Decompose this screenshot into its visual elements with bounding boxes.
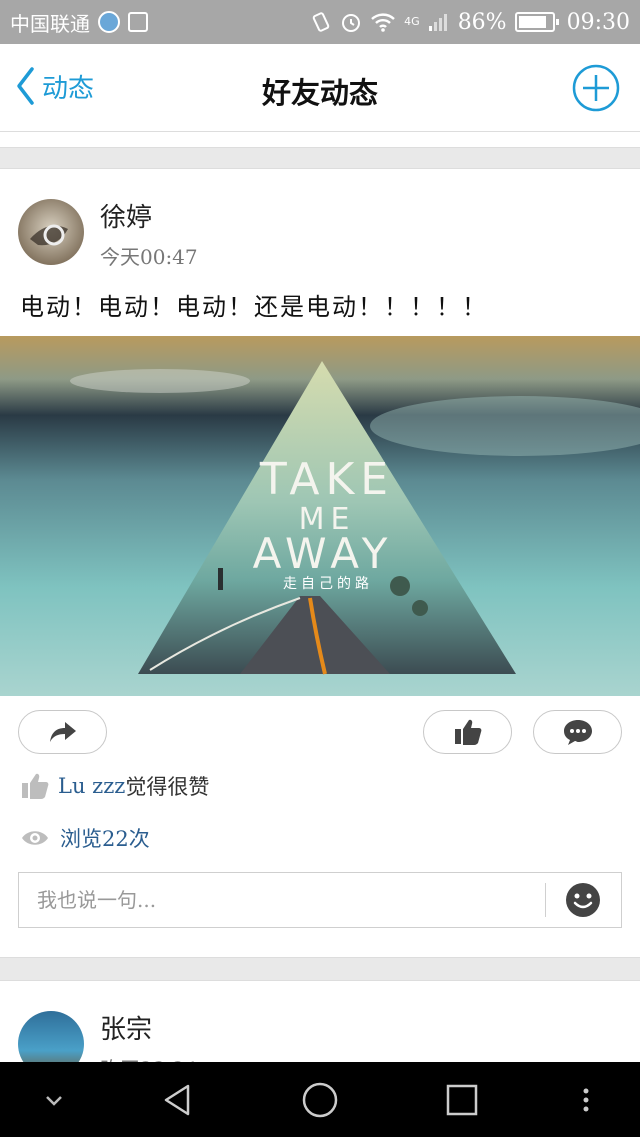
likes-suffix: 觉得很赞 <box>125 775 210 799</box>
views-count: 浏览22次 <box>60 827 150 851</box>
recents-square-icon[interactable] <box>442 1080 482 1120</box>
previous-card-edge <box>0 132 640 148</box>
likes-summary: Lu zzz 觉得很赞 <box>20 771 209 801</box>
chevron-down-icon[interactable] <box>34 1080 74 1120</box>
post-time: 今天00:47 <box>100 245 198 269</box>
chevron-left-icon <box>17 67 34 105</box>
eye-icon <box>22 831 48 845</box>
post-author[interactable]: 张宗 <box>100 1009 152 1046</box>
thumbs-up-small-icon <box>22 773 49 799</box>
post-author[interactable]: 徐婷 <box>100 197 152 234</box>
post-image[interactable]: TAKE ME AWAY 走自己的路 <box>0 336 640 696</box>
battery-percent: 86% <box>457 9 507 35</box>
home-circle-icon[interactable] <box>300 1080 340 1120</box>
back-triangle-icon[interactable] <box>158 1080 198 1120</box>
image-caption: 走自己的路 <box>283 576 373 592</box>
plus-circle-icon[interactable] <box>572 64 620 112</box>
back-label: 动态 <box>42 73 95 104</box>
smiley-icon[interactable] <box>565 882 601 918</box>
carrier-name: 中国联通 <box>10 11 90 36</box>
signal-icon <box>428 14 447 31</box>
liker-name[interactable]: Lu zzz <box>58 774 125 798</box>
more-vertical-icon[interactable] <box>566 1080 606 1120</box>
thumbs-up-icon <box>454 719 481 745</box>
comment-input[interactable] <box>19 873 545 927</box>
status-bar: 中国联通 4G 86% 09:30 <box>0 0 640 44</box>
views-summary: 浏览22次 <box>20 823 150 853</box>
comment-box <box>18 872 622 928</box>
feed-post-card: 徐婷 今天00:47 电动！电动！电动！还是电动！！！！！ TAKE ME AW… <box>0 168 640 958</box>
alarm-icon <box>342 14 361 32</box>
carrier-app-icon <box>98 11 120 33</box>
comment-button[interactable] <box>533 710 622 754</box>
divider <box>545 883 546 917</box>
page-title: 好友动态 <box>261 76 378 110</box>
share-button[interactable] <box>18 710 107 754</box>
clock: 09:30 <box>566 9 630 35</box>
post-text: 电动！电动！电动！还是电动！！！！！ <box>20 293 488 321</box>
battery-icon <box>514 12 559 32</box>
top-nav-bar: 动态 好友动态 <box>0 44 640 132</box>
vibrate-icon <box>312 12 330 32</box>
image-text-line3: AWAY <box>253 529 394 578</box>
share-arrow-icon <box>49 722 76 742</box>
wifi-icon <box>371 13 395 32</box>
avatar[interactable] <box>18 199 84 265</box>
like-button[interactable] <box>423 710 512 754</box>
system-nav-bar <box>0 1062 640 1137</box>
back-button[interactable]: 动态 <box>14 66 94 106</box>
image-text-line1: TAKE <box>259 454 394 505</box>
chat-bubble-icon <box>563 720 592 745</box>
network-type: 4G <box>404 14 420 28</box>
image-notification-icon <box>128 12 148 32</box>
